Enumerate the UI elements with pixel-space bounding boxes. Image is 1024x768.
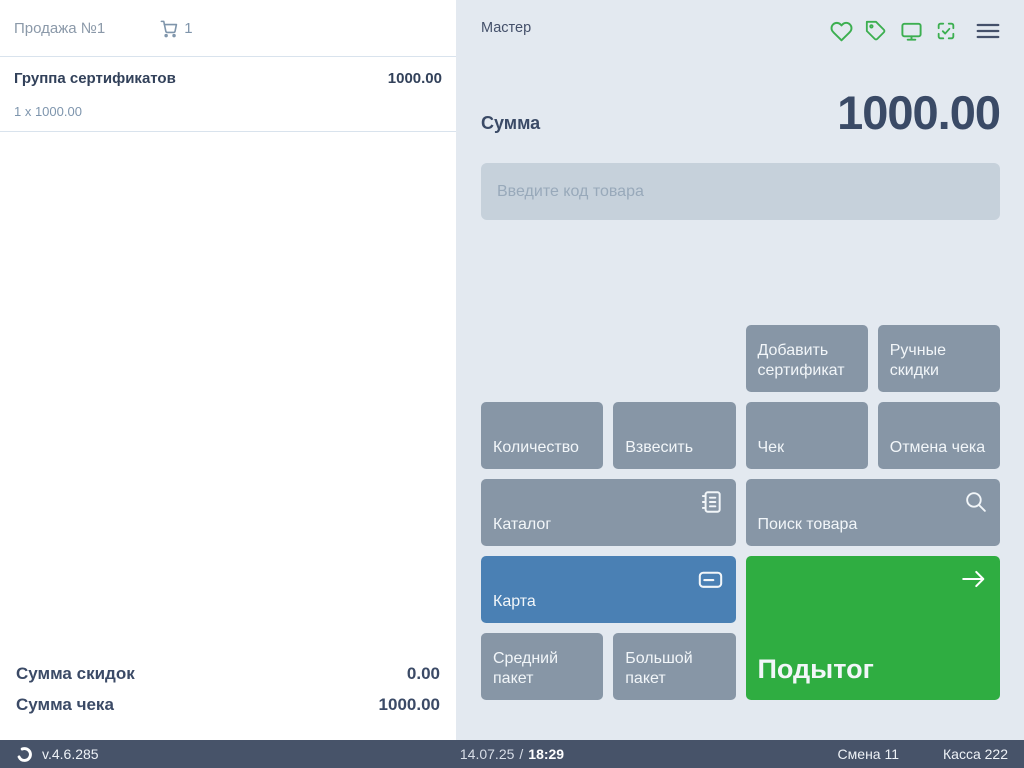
- top-icon-bar: [829, 19, 1000, 43]
- version-group: v.4.6.285: [16, 746, 99, 763]
- receipt-total-label: Сумма чека: [16, 695, 114, 715]
- add-certificate-button[interactable]: Добавить сертификат: [746, 325, 868, 392]
- app-logo-icon: [16, 746, 33, 763]
- arrow-right-icon: [958, 566, 988, 592]
- receipt-line-item[interactable]: Группа сертификатов 1000.00 1 x 1000.00: [0, 57, 456, 132]
- sum-value: 1000.00: [837, 89, 1000, 136]
- catalog-button[interactable]: Каталог: [481, 479, 736, 546]
- card-button[interactable]: Карта: [481, 556, 736, 623]
- app-version: v.4.6.285: [42, 746, 99, 762]
- action-panel: Мастер: [456, 0, 1024, 740]
- item-amount: 1000.00: [388, 70, 442, 87]
- receipt-header: Продажа №1 1: [0, 0, 456, 57]
- register-label: Касса 222: [943, 746, 1008, 762]
- discount-total-row: Сумма скидок 0.00: [16, 664, 440, 695]
- heart-icon[interactable]: [829, 19, 853, 43]
- receipt-totals: Сумма скидок 0.00 Сумма чека 1000.00: [0, 664, 456, 740]
- pos-app: Продажа №1 1 Группа сертификатов 1000.00…: [0, 0, 1024, 768]
- receipt-panel: Продажа №1 1 Группа сертификатов 1000.00…: [0, 0, 456, 740]
- item-name: Группа сертификатов: [14, 70, 176, 87]
- product-search-button-label: Поиск товара: [758, 515, 858, 535]
- datetime-separator: /: [519, 746, 523, 762]
- status-time: 18:29: [528, 746, 564, 762]
- status-bar: v.4.6.285 14.07.25 / 18:29 Смена 11 Касс…: [0, 740, 1024, 768]
- receipt-total-value: 1000.00: [379, 695, 440, 715]
- search-icon: [963, 489, 988, 514]
- session-group: Смена 11 Касса 222: [838, 746, 1008, 762]
- cancel-receipt-button[interactable]: Отмена чека: [878, 402, 1000, 469]
- sum-label: Сумма: [481, 113, 540, 134]
- catalog-icon: [698, 489, 724, 515]
- scan-check-icon[interactable]: [934, 19, 958, 43]
- menu-icon[interactable]: [976, 19, 1000, 43]
- weigh-button[interactable]: Взвесить: [613, 402, 735, 469]
- cart-count: 1: [184, 20, 192, 37]
- discount-total-value: 0.00: [407, 664, 440, 684]
- status-date: 14.07.25: [460, 746, 515, 762]
- product-search-button[interactable]: Поиск товара: [746, 479, 1001, 546]
- current-user-label: Мастер: [481, 19, 531, 36]
- tag-icon[interactable]: [864, 19, 888, 43]
- cart-indicator: 1: [159, 19, 192, 38]
- action-button-grid: Добавить сертификат Ручные скидки Количе…: [481, 325, 1000, 700]
- receipt-total-row: Сумма чека 1000.00: [16, 695, 440, 726]
- card-icon: [697, 566, 724, 593]
- item-qty-price: 1 x 1000.00: [14, 104, 442, 119]
- receipt-empty-space: [0, 132, 456, 664]
- display-icon[interactable]: [899, 19, 923, 43]
- catalog-button-label: Каталог: [493, 515, 551, 535]
- manual-discounts-button[interactable]: Ручные скидки: [878, 325, 1000, 392]
- subtotal-button[interactable]: Подытог: [746, 556, 1001, 700]
- datetime-group: 14.07.25 / 18:29: [460, 746, 564, 762]
- quantity-button[interactable]: Количество: [481, 402, 603, 469]
- card-button-label: Карта: [493, 592, 536, 612]
- cart-icon: [159, 19, 178, 38]
- discount-total-label: Сумма скидок: [16, 664, 135, 684]
- receipt-button[interactable]: Чек: [746, 402, 868, 469]
- product-code-input[interactable]: [481, 163, 1000, 220]
- sale-title: Продажа №1: [14, 20, 105, 37]
- medium-bag-button[interactable]: Средний пакет: [481, 633, 603, 700]
- shift-label: Смена 11: [838, 746, 899, 762]
- subtotal-button-label: Подытог: [758, 653, 874, 687]
- big-bag-button[interactable]: Большой пакет: [613, 633, 735, 700]
